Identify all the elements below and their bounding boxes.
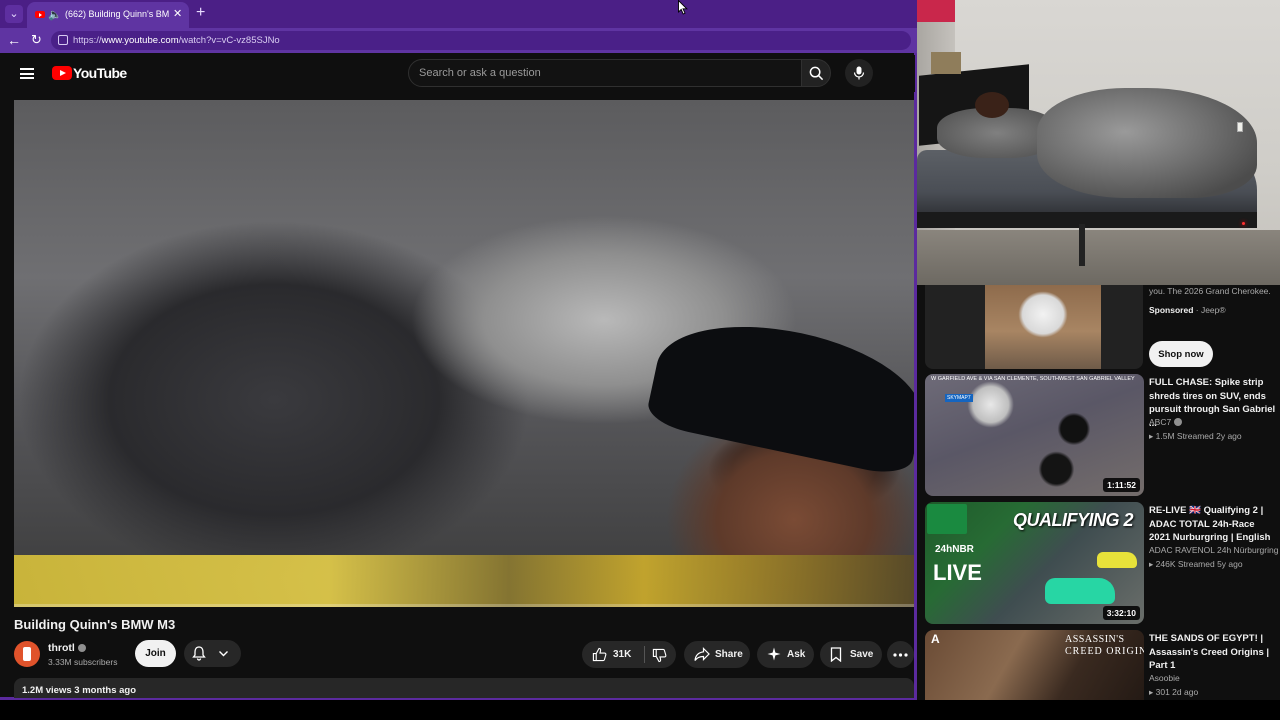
webcam-overlay — [917, 0, 1280, 285]
like-dislike-group: 31K — [582, 641, 676, 668]
recommendation-title[interactable]: THE SANDS OF EGYPT! | Assassin's Creed O… — [1149, 632, 1277, 673]
video-duration: 3:32:10 — [1102, 606, 1140, 620]
microphone-icon — [853, 66, 865, 80]
recommendations-sidebar: you. The 2026 Grand Cherokee. Sponsored … — [917, 285, 1280, 700]
thumbnail-badge — [927, 504, 967, 534]
webcam-scene — [917, 230, 1280, 285]
video-thumbnail[interactable]: W GARFIELD AVE & VIA SAN CLEMENTE, SOUTH… — [925, 374, 1144, 496]
webcam-scene — [1037, 88, 1257, 198]
shop-now-button[interactable]: Shop now — [1149, 341, 1213, 367]
search-icon — [809, 66, 824, 81]
verified-icon — [1174, 418, 1183, 426]
sparkle-icon — [767, 647, 781, 661]
like-count[interactable]: 31K — [613, 649, 631, 660]
search-box — [408, 59, 804, 87]
browser-tab-active[interactable]: 🔈 (662) Building Quinn's BMW M ✕ — [27, 2, 189, 28]
tab-title: (662) Building Quinn's BMW M — [65, 9, 169, 19]
video-thumbnail[interactable]: A ASSASSIN'S CREED ORIGINS — [925, 630, 1144, 700]
video-thumbnail[interactable]: QUALIFYING 2 24hNBR LIVE 3:32:10 — [925, 502, 1144, 624]
webcam-scene — [1237, 122, 1243, 132]
description-box[interactable]: 1.2M views 3 months ago — [14, 678, 914, 698]
site-info-icon[interactable] — [58, 35, 68, 45]
recommendation-meta: ▸ 246K Streamed 5y ago — [1149, 559, 1243, 569]
recommendation-channel[interactable]: ABC7 — [1149, 417, 1279, 427]
save-button[interactable]: Save — [820, 641, 882, 668]
recommendation-item[interactable]: QUALIFYING 2 24hNBR LIVE 3:32:10 RE-LIVE… — [925, 502, 1280, 626]
search-input[interactable] — [419, 65, 789, 81]
thumbnail-detail — [1045, 578, 1115, 604]
mouse-cursor-icon — [678, 0, 688, 15]
menu-icon[interactable] — [20, 68, 34, 79]
new-tab-button[interactable]: + — [196, 4, 205, 22]
notifications-button[interactable] — [184, 640, 241, 667]
video-duration: 1:11:52 — [1103, 478, 1140, 492]
video-frame-detail — [644, 305, 914, 479]
more-horizontal-icon — [893, 653, 908, 657]
ask-button[interactable]: Ask — [757, 641, 814, 668]
tab-bar: ⌄ 🔈 (662) Building Quinn's BMW M ✕ + — [0, 0, 917, 28]
recommendation-item[interactable]: A ASSASSIN'S CREED ORIGINS THE SANDS OF … — [925, 630, 1280, 700]
video-frame-detail — [14, 555, 914, 607]
verified-icon — [78, 644, 86, 652]
ad-thumbnail[interactable] — [985, 285, 1101, 369]
search-button[interactable] — [801, 59, 831, 87]
youtube-logo-icon — [52, 66, 72, 80]
subscriber-count: 3.33M subscribers — [48, 657, 118, 667]
video-player[interactable] — [14, 100, 914, 607]
back-arrow-icon[interactable]: ← — [7, 32, 21, 48]
voice-search-button[interactable] — [845, 59, 873, 87]
thumbs-up-icon[interactable] — [592, 647, 607, 662]
webcam-scene — [1242, 222, 1245, 225]
bookmark-icon — [830, 647, 842, 662]
browser-toolbar: ← ↻ https://www.youtube.com/watch?v=vC-v… — [0, 28, 917, 53]
channel-name[interactable]: throtl — [48, 642, 75, 654]
youtube-favicon-icon — [35, 11, 45, 18]
ad-card[interactable] — [925, 285, 1143, 369]
view-count-date: 1.2M views 3 months ago — [22, 685, 137, 696]
recommendation-channel[interactable]: Asoobie — [1149, 673, 1279, 683]
thumbs-down-icon[interactable] — [652, 648, 667, 663]
webcam-scene — [975, 92, 1009, 118]
chevron-down-icon — [219, 651, 228, 657]
bell-icon — [192, 646, 206, 661]
reload-icon[interactable]: ↻ — [31, 32, 42, 48]
recommendation-meta: ▸ 1.5M Streamed 2y ago — [1149, 431, 1242, 441]
ad-sponsor-line: Sponsored · Jeep® — [1149, 305, 1226, 315]
tab-search-chevron-icon[interactable]: ⌄ — [5, 5, 23, 23]
address-bar[interactable]: https://www.youtube.com/watch?v=vC-vz85S… — [51, 31, 911, 50]
youtube-header: YouTube — [3, 55, 915, 92]
video-progress-bar[interactable] — [14, 604, 914, 607]
webcam-scene — [1079, 224, 1085, 266]
recommendation-item[interactable]: W GARFIELD AVE & VIA SAN CLEMENTE, SOUTH… — [925, 374, 1280, 498]
channel-avatar[interactable] — [14, 641, 40, 667]
browser-window: ⌄ 🔈 (662) Building Quinn's BMW M ✕ + ← ↻… — [0, 0, 917, 700]
recommendation-title[interactable]: RE-LIVE 🇬🇧 Qualifying 2 | ADAC TOTAL 24h… — [1149, 504, 1277, 545]
share-button[interactable]: Share — [684, 641, 750, 668]
ad-description: you. The 2026 Grand Cherokee. — [1149, 286, 1271, 296]
webcam-scene — [917, 212, 1257, 228]
webcam-scene — [917, 0, 955, 22]
url-text: https://www.youtube.com/watch?v=vC-vz85S… — [73, 35, 280, 46]
share-icon — [694, 647, 710, 661]
tab-close-icon[interactable]: ✕ — [173, 7, 182, 20]
recommendation-meta: ▸ 301 2d ago — [1149, 687, 1199, 697]
audio-playing-icon[interactable]: 🔈 — [48, 8, 62, 21]
thumbnail-detail — [1097, 552, 1137, 568]
webcam-scene — [931, 52, 961, 74]
like-divider — [644, 646, 645, 663]
recommendation-channel[interactable]: ADAC RAVENOL 24h Nürburgring — [1149, 545, 1279, 555]
more-actions-button[interactable] — [887, 641, 914, 668]
video-title: Building Quinn's BMW M3 — [14, 617, 176, 632]
join-button[interactable]: Join — [135, 640, 176, 667]
